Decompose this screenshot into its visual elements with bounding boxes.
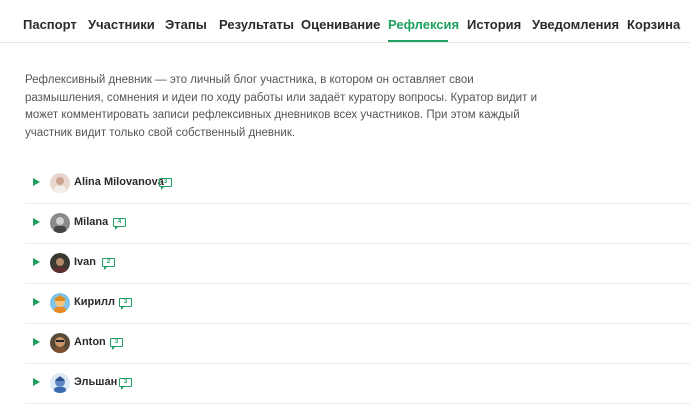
tab-passport[interactable]: Паспорт (23, 17, 77, 32)
avatar-alina (50, 173, 70, 193)
participant-name[interactable]: Anton (74, 336, 106, 348)
comment-count-icon: 2 (102, 258, 115, 270)
avatar-milana (50, 213, 70, 233)
tab-trash[interactable]: Корзина (627, 17, 680, 32)
participant-name[interactable]: Milana (74, 216, 108, 228)
avatar-ivan (50, 253, 70, 273)
tab-stages[interactable]: Этапы (165, 17, 207, 32)
tab-participants[interactable]: Участники (88, 17, 155, 32)
expand-caret-icon[interactable] (33, 338, 40, 346)
participant-row[interactable]: Alina Milovanova 3 (25, 163, 690, 204)
comment-count-icon: 3 (119, 378, 132, 390)
participant-row[interactable]: Milana 4 (25, 203, 690, 244)
comment-count-icon: 4 (113, 218, 126, 230)
expand-caret-icon[interactable] (33, 298, 40, 306)
expand-caret-icon[interactable] (33, 218, 40, 226)
participant-row[interactable]: Эльшан 3 (25, 363, 690, 404)
participant-name[interactable]: Эльшан (74, 376, 117, 388)
reflection-description: Рефлексивный дневник — это личный блог у… (25, 74, 537, 139)
expand-caret-icon[interactable] (33, 178, 40, 186)
tab-evaluation[interactable]: Оценивание (301, 17, 380, 32)
tab-bar: Паспорт Участники Этапы Результаты Оцени… (0, 0, 690, 43)
comment-count-icon: 3 (119, 298, 132, 310)
avatar-anton (50, 333, 70, 353)
participant-name[interactable]: Кирилл (74, 296, 115, 308)
avatar-elshan (50, 373, 70, 393)
participant-row[interactable]: Кирилл 3 (25, 283, 690, 324)
participant-row[interactable]: Anton 3 (25, 323, 690, 364)
participant-name[interactable]: Alina Milovanova (74, 176, 164, 188)
participant-row[interactable]: Ivan 2 (25, 243, 690, 284)
tab-notifications[interactable]: Уведомления (532, 17, 619, 32)
expand-caret-icon[interactable] (33, 378, 40, 386)
tab-results[interactable]: Результаты (219, 17, 294, 32)
comment-count-icon: 3 (110, 338, 123, 350)
comment-count-icon: 3 (159, 178, 172, 190)
tab-history[interactable]: История (467, 17, 521, 32)
tab-reflection[interactable]: Рефлексия (388, 17, 459, 32)
active-tab-indicator (388, 40, 448, 42)
avatar-kirill (50, 293, 70, 313)
participant-name[interactable]: Ivan (74, 256, 96, 268)
expand-caret-icon[interactable] (33, 258, 40, 266)
